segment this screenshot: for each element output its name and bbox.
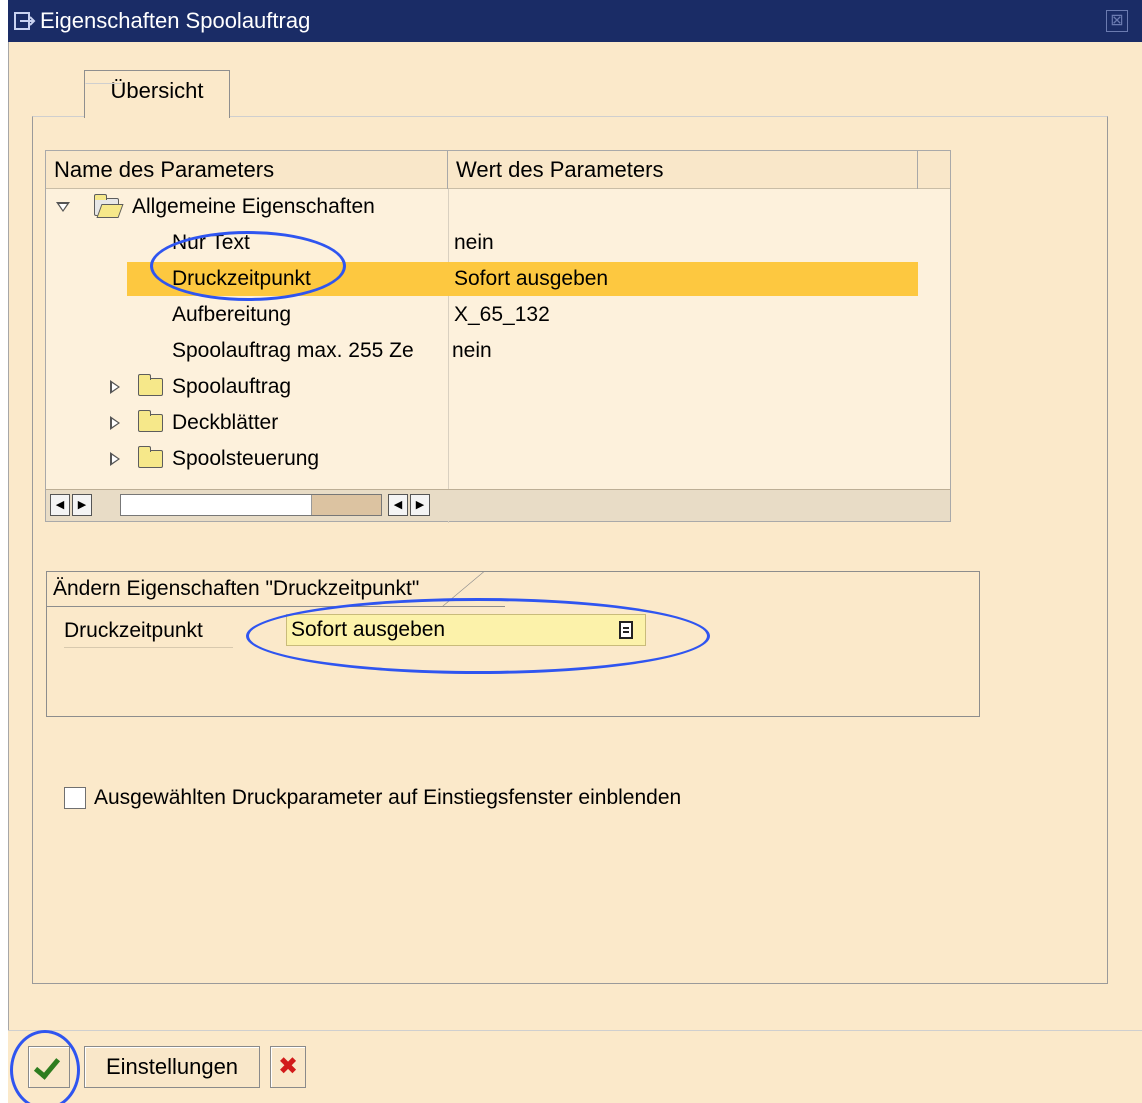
tree-row[interactable]: Spoolauftrag <box>46 369 918 405</box>
tab-uebersicht[interactable]: Übersicht <box>84 70 230 118</box>
expand-arrow-closed-icon[interactable] <box>110 380 120 394</box>
cancel-x-icon: ✖ <box>277 1053 299 1080</box>
tree-row-name: Nur Text <box>172 231 250 254</box>
expand-arrow-closed-icon[interactable] <box>110 452 120 466</box>
open-folder-icon <box>94 194 119 216</box>
tree-row-value: Sofort ausgeben <box>454 267 609 290</box>
tree-row-name: Deckblätter <box>172 411 279 434</box>
tree-row[interactable]: Spoolauftrag max. 255 Ze nein <box>46 333 918 369</box>
cancel-button[interactable]: ✖ <box>270 1046 306 1088</box>
tree-row-name: Aufbereitung <box>172 303 292 326</box>
druckzeitpunkt-label: Druckzeitpunkt <box>64 614 233 648</box>
tree-row-name: Spoolauftrag max. 255 Ze <box>172 339 414 362</box>
tree-row-selected[interactable]: Druckzeitpunkt Sofort ausgeben <box>46 261 918 297</box>
window-title: Eigenschaften Spoolauftrag <box>40 8 311 33</box>
window-menu-icon[interactable] <box>14 10 36 32</box>
scroll-right-icon[interactable]: ▶ <box>72 494 92 516</box>
column-header-value[interactable]: Wert des Parameters <box>448 151 918 189</box>
expand-arrow-closed-icon[interactable] <box>110 416 120 430</box>
show-params-checkbox[interactable] <box>64 787 86 809</box>
tree-row[interactable]: Allgemeine Eigenschaften <box>46 189 918 225</box>
folder-icon <box>138 410 163 432</box>
title-bar: Eigenschaften Spoolauftrag ⊠ <box>8 0 1142 42</box>
tree-row[interactable]: Spoolsteuerung <box>46 441 918 477</box>
tree-row-value: nein <box>452 339 492 362</box>
scroll-thumb[interactable] <box>311 495 381 515</box>
tree-row-name: Allgemeine Eigenschaften <box>132 195 375 218</box>
dropdown-value: Sofort ausgeben <box>291 618 446 641</box>
column-header-name[interactable]: Name des Parameters <box>46 151 448 189</box>
checkmark-icon <box>33 1052 61 1080</box>
close-icon[interactable]: ⊠ <box>1106 10 1128 32</box>
tree-row-value: nein <box>454 231 494 254</box>
folder-icon <box>138 446 163 468</box>
scroll-left-icon[interactable]: ◀ <box>50 494 70 516</box>
tree-row-value: X_65_132 <box>454 303 550 326</box>
druckzeitpunkt-dropdown[interactable]: Sofort ausgeben <box>286 614 646 646</box>
group-title: Ändern Eigenschaften "Druckzeitpunkt" <box>53 577 420 600</box>
tree-row-name: Spoolsteuerung <box>172 447 320 470</box>
scroll-right-icon[interactable]: ▶ <box>410 494 430 516</box>
tree-row-name: Druckzeitpunkt <box>172 267 311 290</box>
tree-header: Name des Parameters Wert des Parameters <box>46 151 950 189</box>
settings-button[interactable]: Einstellungen <box>84 1046 260 1088</box>
tree-row-name: Spoolauftrag <box>172 375 292 398</box>
scroll-track[interactable] <box>120 494 382 516</box>
tree-row[interactable]: Deckblätter <box>46 405 918 441</box>
scroll-left-icon[interactable]: ◀ <box>388 494 408 516</box>
folder-icon <box>138 374 163 396</box>
checkbox-label: Ausgewählten Druckparameter auf Einstieg… <box>94 786 682 809</box>
group-title-bar: Ändern Eigenschaften "Druckzeitpunkt" <box>47 572 505 607</box>
expand-arrow-open-icon[interactable] <box>56 202 70 212</box>
parameter-tree: Name des Parameters Wert des Parameters … <box>45 150 951 523</box>
tree-row[interactable]: Nur Text nein <box>46 225 918 261</box>
value-help-icon[interactable] <box>619 621 633 639</box>
horizontal-scrollbar[interactable]: ◀ ▶ ◀ ▶ <box>46 489 950 521</box>
tree-row[interactable]: Aufbereitung X_65_132 <box>46 297 918 333</box>
confirm-button[interactable] <box>28 1046 70 1088</box>
